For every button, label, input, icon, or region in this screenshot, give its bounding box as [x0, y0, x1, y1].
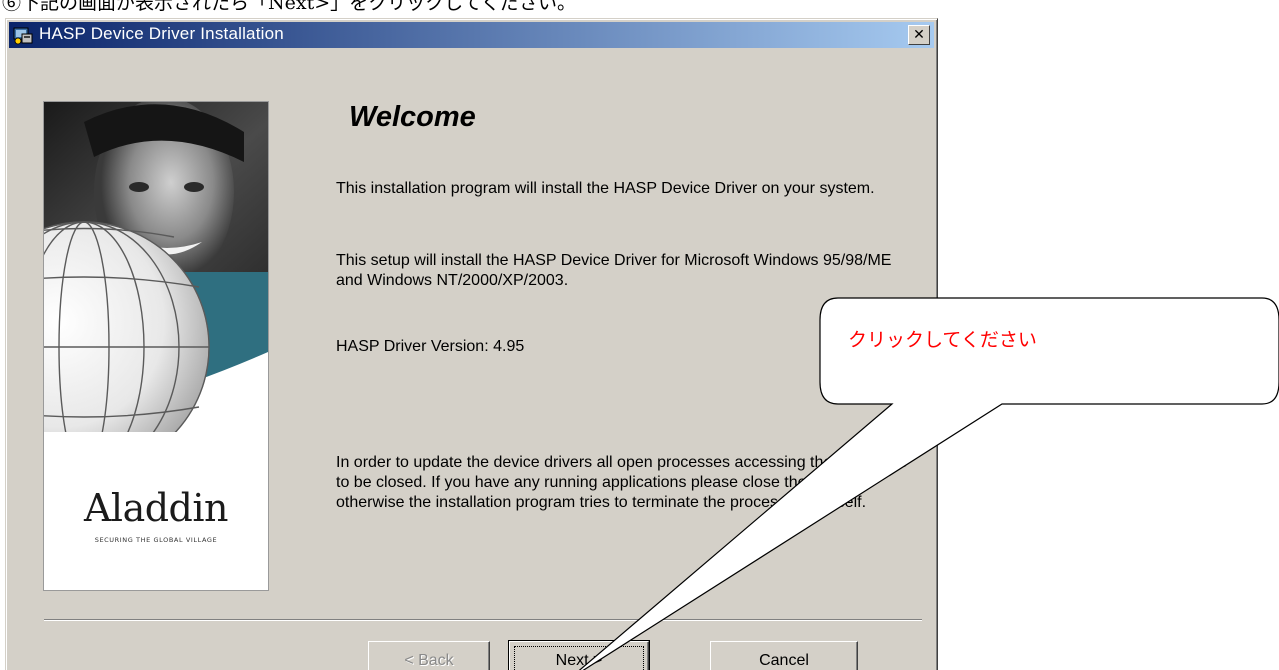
callout-text: クリックしてください: [848, 329, 1037, 351]
screenshot-page: ⑥下記の画面が表示されたら「Next>」をクリックしてください。 HASP De…: [0, 0, 1279, 670]
callout-bubble: [578, 297, 1279, 670]
